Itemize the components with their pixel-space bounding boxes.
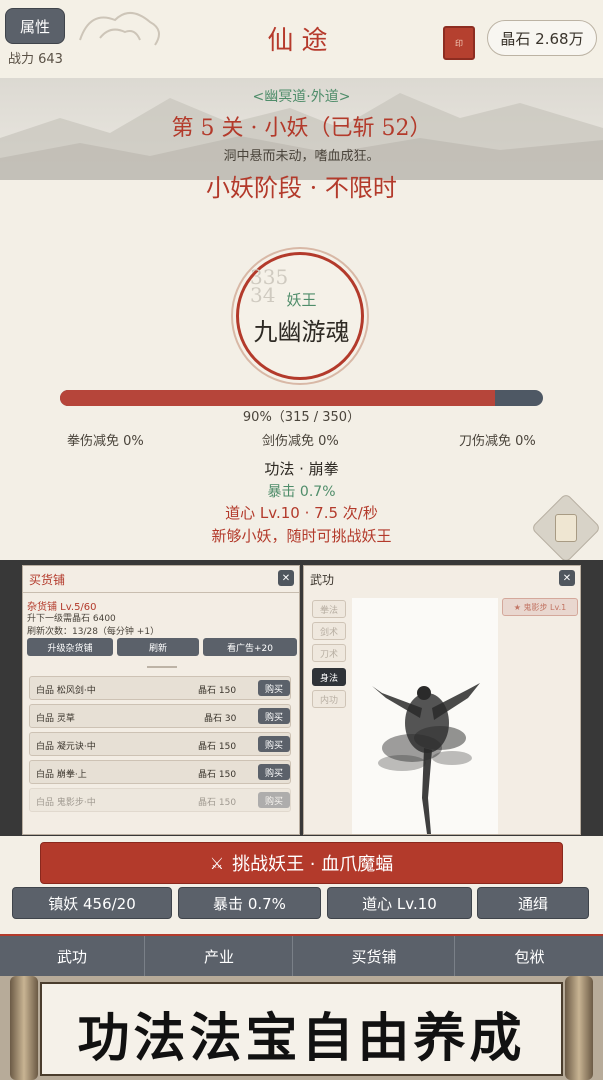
buy-button[interactable]: 购买 — [258, 708, 290, 724]
crossed-swords-icon: ⚔ — [209, 853, 225, 873]
boss-name: 九幽游魂 — [253, 318, 350, 346]
list-item: 白品 凝元诀·中 晶石 150 购买 — [29, 732, 291, 756]
buy-button[interactable]: 购买 — [258, 792, 290, 808]
shop-close-icon[interactable]: ✕ — [278, 570, 294, 586]
boss-hp-fill — [60, 390, 495, 406]
boss-tag: 妖王 — [286, 291, 317, 309]
nav-shop-tab[interactable]: 买货铺 — [294, 936, 455, 976]
item-name: 白品 鬼影步·中 — [36, 798, 96, 808]
shop-panel: 买货铺 ✕ 杂货铺 Lv.5/60 升下一级需晶石 6400 刷新次数：13/2… — [22, 565, 300, 835]
buy-button[interactable]: 购买 — [258, 764, 290, 780]
region-name: <幽冥道·外道> — [252, 89, 351, 105]
scroll-icon — [555, 514, 577, 542]
item-price: 晶石 150 — [198, 742, 237, 752]
resist-sword: 剑伤减免 0% — [262, 434, 339, 449]
promo-slogan: 功法法宝自由养成 — [77, 1008, 526, 1069]
level-description: 洞中悬而未动，嗜血成狂。 — [223, 149, 380, 164]
item-price: 晶石 150 — [198, 798, 237, 808]
level-title: 第 5 关 · 小妖（已斩 52） — [171, 116, 432, 141]
item-name: 白品 松风剑·中 — [36, 686, 96, 696]
item-price: 晶石 150 — [198, 686, 237, 696]
buy-button[interactable]: 购买 — [258, 680, 290, 696]
tab-inner[interactable]: 内功 — [312, 690, 346, 708]
divider — [147, 666, 177, 668]
boss-hp-bar — [60, 390, 543, 406]
item-price: 晶石 30 — [204, 714, 237, 724]
tab-sword[interactable]: 剑术 — [312, 622, 346, 640]
list-item: 白品 鬼影步·中 晶石 150 购买 — [29, 788, 291, 812]
item-name: 白品 凝元诀·中 — [36, 742, 96, 752]
challenge-label: 挑战妖王 · 血爪魔蝠 — [232, 854, 394, 875]
current-skill: 功法 · 崩拳 — [264, 460, 339, 478]
nav-industry-tab[interactable]: 产业 — [146, 936, 293, 976]
equipped-skill-tag[interactable]: ★ 鬼影步 Lv.1 — [502, 598, 578, 616]
stage-phase: 小妖阶段 · 不限时 — [206, 174, 397, 202]
crystal-currency[interactable]: 晶石 2.68万 — [487, 20, 597, 56]
divider — [23, 592, 299, 593]
challenge-hint: 新够小妖，随时可挑战妖王 — [211, 527, 392, 545]
tab-fist[interactable]: 拳法 — [312, 600, 346, 618]
refresh-shop-button[interactable]: 刷新 — [117, 638, 199, 656]
upgrade-shop-button[interactable]: 升级杂货铺 — [27, 638, 113, 656]
shop-panel-title: 买货铺 — [29, 573, 66, 587]
martial-close-icon[interactable]: ✕ — [559, 570, 575, 586]
boss-hp-text: 90%（315 / 350） — [242, 410, 361, 425]
crit-rate: 暴击 0.7% — [267, 484, 336, 500]
nav-martial-tab[interactable]: 武功 — [0, 936, 145, 976]
tab-movement[interactable]: 身法 — [312, 668, 346, 686]
ink-figure-icon — [372, 683, 480, 834]
item-name: 白品 崩拳·上 — [36, 770, 87, 780]
wanted-button[interactable]: 通缉 — [477, 887, 589, 919]
resist-blade: 刀伤减免 0% — [459, 434, 536, 449]
dao-level: 道心 Lv.10 · 7.5 次/秒 — [225, 504, 378, 522]
item-price: 晶石 150 — [198, 770, 237, 780]
martial-panel: 武功 ✕ 拳法 剑术 刀术 身法 内功 ★ 鬼影步 Lv.1 — [303, 565, 581, 835]
list-item: 白品 灵草 晶石 30 购买 — [29, 704, 291, 728]
martial-panel-title: 武功 — [310, 573, 335, 587]
item-name: 白品 灵草 — [36, 714, 75, 724]
seal-stamp-icon[interactable]: 印 — [443, 26, 475, 60]
list-item: 白品 崩拳·上 晶石 150 购买 — [29, 760, 291, 784]
watch-ad-button[interactable]: 看广告+20 — [203, 638, 297, 656]
bottom-nav: 武功 产业 买货铺 包袱 — [0, 934, 603, 976]
martial-art-illustration — [352, 598, 498, 834]
buy-button[interactable]: 购买 — [258, 736, 290, 752]
nav-bag-tab[interactable]: 包袱 — [456, 936, 603, 976]
dao-button[interactable]: 道心 Lv.10 — [327, 887, 472, 919]
crit-button[interactable]: 暴击 0.7% — [178, 887, 321, 919]
list-item: 白品 松风剑·中 晶石 150 购买 — [29, 676, 291, 700]
shop-upgrade-cost: 升下一级需晶石 6400 — [27, 614, 116, 624]
shop-refresh-count: 刷新次数：13/28（每分钟 +1） — [27, 627, 160, 637]
challenge-boss-button[interactable]: ⚔ 挑战妖王 · 血爪魔蝠 — [40, 842, 563, 884]
demon-seal-button[interactable]: 镇妖 456/20 — [12, 887, 172, 919]
tab-blade[interactable]: 刀术 — [312, 644, 346, 662]
resist-fist: 拳伤减免 0% — [67, 434, 144, 449]
